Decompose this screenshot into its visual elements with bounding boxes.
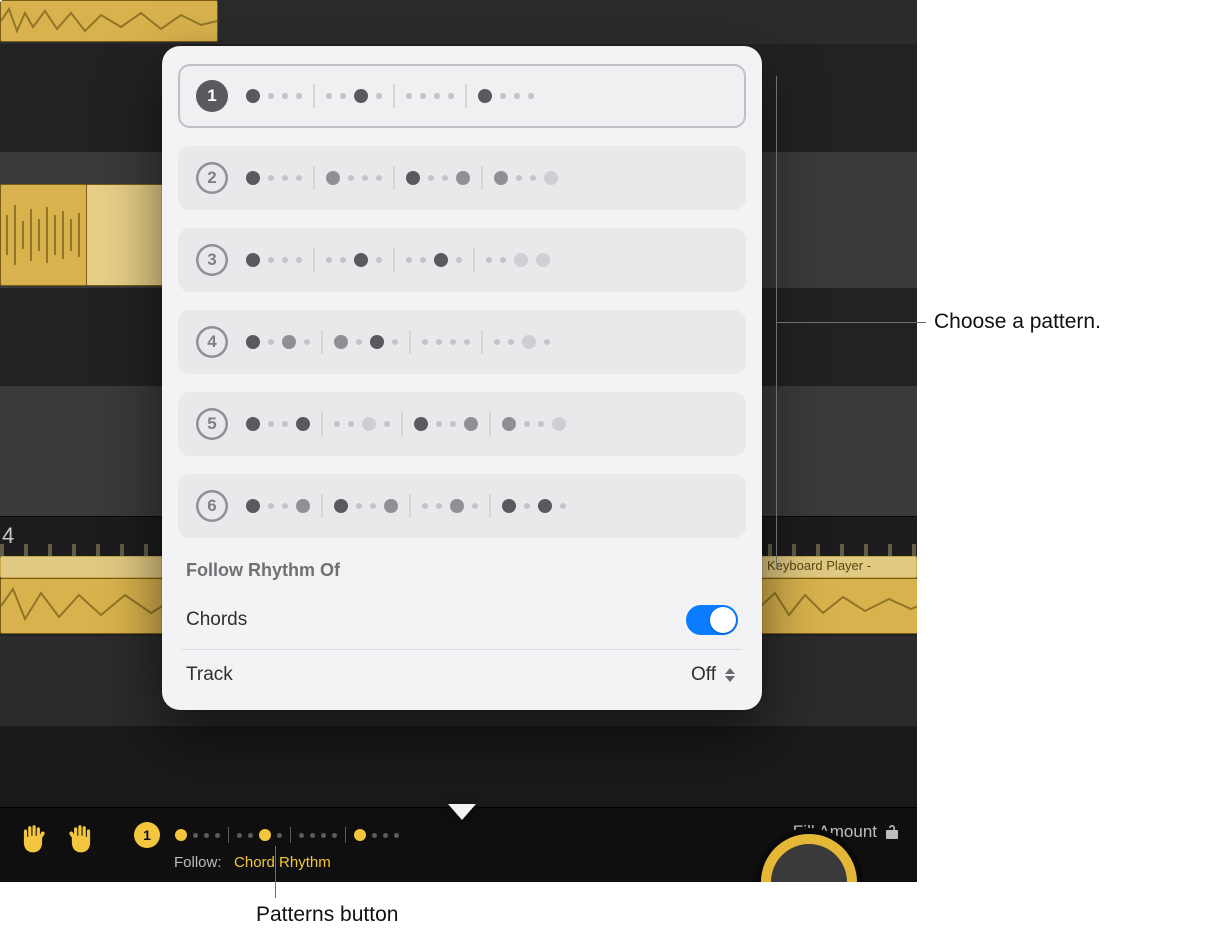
- callout-patterns-button: Patterns button: [256, 903, 398, 927]
- pattern-option-1[interactable]: 1: [178, 64, 746, 128]
- pattern-option-5[interactable]: 5: [178, 392, 746, 456]
- toggle-knob-icon: [710, 607, 736, 633]
- left-hand-icon[interactable]: [18, 822, 48, 856]
- follow-track-select[interactable]: Off: [691, 664, 738, 686]
- follow-rhythm-heading: Follow Rhythm Of: [178, 552, 746, 591]
- region-header-keyboard-player[interactable]: Keyboard Player -: [760, 556, 917, 578]
- callout-leader: [776, 322, 777, 569]
- callout-leader: [776, 322, 926, 323]
- pattern-sequence: [242, 494, 728, 518]
- pattern-option-2[interactable]: 2: [178, 146, 746, 210]
- pattern-sequence: [242, 330, 728, 354]
- follow-indicator: Follow: Chord Rhythm: [174, 854, 402, 871]
- pattern-number-badge: 1: [196, 80, 228, 112]
- pattern-sequence: [242, 248, 728, 272]
- follow-label: Follow:: [174, 854, 222, 871]
- audio-region[interactable]: [760, 578, 917, 634]
- pattern-number-badge: 5: [196, 408, 228, 440]
- follow-chords-row: Chords: [178, 591, 746, 649]
- pattern-option-6[interactable]: 6: [178, 474, 746, 538]
- updown-stepper-icon: [722, 664, 738, 686]
- callout-leader: [776, 76, 777, 322]
- pattern-sequence: [242, 166, 728, 190]
- waveform-icon: [1, 185, 87, 285]
- follow-value: Chord Rhythm: [234, 854, 331, 871]
- audio-region[interactable]: [0, 0, 218, 42]
- patterns-button[interactable]: 1 Follow: Chord Rhythm: [134, 822, 402, 871]
- callout-choose-pattern: Choose a pattern.: [934, 310, 1101, 334]
- pattern-list: 1 2 3 4 5 6: [178, 64, 746, 538]
- right-hand-icon[interactable]: [66, 822, 96, 856]
- callout-leader: [275, 846, 276, 898]
- pattern-preview: [172, 827, 402, 843]
- audio-region[interactable]: [86, 184, 170, 286]
- popover-arrow-icon: [448, 804, 476, 820]
- pattern-number-badge: 2: [196, 162, 228, 194]
- pattern-number-badge: 4: [196, 326, 228, 358]
- audio-region[interactable]: [0, 184, 88, 286]
- patterns-popover: 1 2 3 4 5 6 Follow Rhythm Of Chords Track Off: [162, 46, 762, 710]
- waveform-icon: [761, 579, 917, 633]
- pattern-number-badge: 1: [134, 822, 160, 848]
- follow-track-value: Off: [691, 664, 716, 686]
- follow-chords-label: Chords: [186, 609, 247, 631]
- pattern-option-4[interactable]: 4: [178, 310, 746, 374]
- pattern-number-badge: 6: [196, 490, 228, 522]
- follow-track-label: Track: [186, 664, 233, 686]
- pattern-sequence: [242, 412, 728, 436]
- follow-track-row: Track Off: [178, 650, 746, 700]
- unlock-icon: [885, 824, 899, 840]
- waveform-icon: [1, 1, 217, 41]
- pattern-number-badge: 3: [196, 244, 228, 276]
- pattern-sequence: [242, 84, 728, 108]
- follow-chords-toggle[interactable]: [686, 605, 738, 635]
- pattern-option-3[interactable]: 3: [178, 228, 746, 292]
- region-header-label: Keyboard Player -: [767, 558, 871, 573]
